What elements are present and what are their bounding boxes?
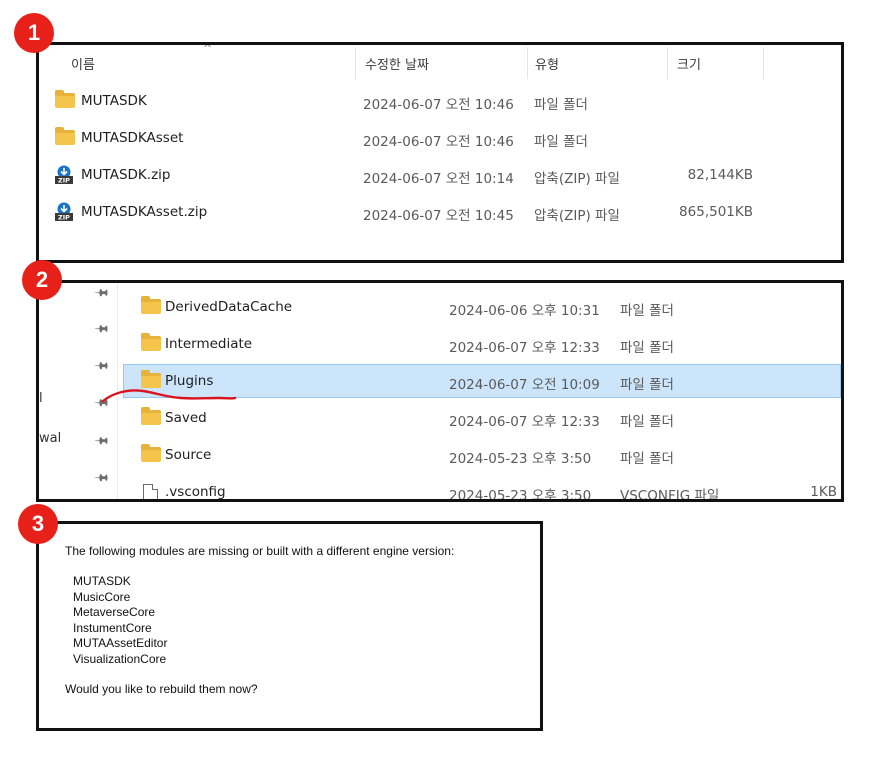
file-modified: 2024-06-07 오전 10:46 — [363, 97, 514, 113]
file-icon — [143, 484, 158, 499]
zip-archive-icon: ZIP — [55, 202, 73, 222]
file-type: 압축(ZIP) 파일 — [534, 208, 620, 224]
file-name: MUTASDK.zip — [81, 167, 171, 183]
file-modified: 2024-05-23 오후 3:50 — [449, 451, 592, 467]
pin-icon[interactable]: 🖈 — [89, 355, 113, 379]
file-size: 865,501KB — [679, 204, 753, 220]
nav-pane-text-fragment: wal — [39, 431, 62, 446]
file-modified: 2024-05-23 오후 3:50 — [449, 488, 592, 502]
svg-text:ZIP: ZIP — [58, 177, 70, 185]
step-badge-2: 2 — [22, 260, 62, 300]
file-type: 압축(ZIP) 파일 — [534, 171, 620, 187]
file-type: 파일 폴더 — [534, 134, 588, 150]
folder-icon — [55, 127, 75, 145]
file-type: 파일 폴더 — [620, 414, 674, 430]
explorer-panel-project: l wal 🖈 🖈 🖈 🖈 🖈 🖈 DerivedDataCache 2024-… — [36, 280, 844, 502]
folder-icon — [141, 333, 161, 351]
step-badge-3: 3 — [18, 504, 58, 544]
file-name: MUTASDK — [81, 93, 147, 109]
svg-text:ZIP: ZIP — [58, 214, 70, 222]
file-row[interactable]: MUTASDK 2024-06-07 오전 10:46 파일 폴더 — [39, 85, 841, 117]
file-size: 82,144KB — [687, 167, 753, 183]
pin-icon[interactable]: 🖈 — [89, 430, 113, 454]
folder-icon — [141, 296, 161, 314]
column-header-type[interactable]: 유형 — [535, 54, 559, 73]
file-row[interactable]: DerivedDataCache 2024-06-06 오후 10:31 파일 … — [123, 290, 841, 324]
file-row[interactable]: MUTASDKAsset 2024-06-07 오전 10:46 파일 폴더 — [39, 122, 841, 154]
file-type: 파일 폴더 — [534, 97, 588, 113]
sort-ascending-icon: ^ — [203, 42, 213, 55]
file-type: 파일 폴더 — [620, 303, 674, 319]
file-modified: 2024-06-07 오전 10:46 — [363, 134, 514, 150]
nav-pane-text-fragment: l — [39, 391, 43, 406]
zip-archive-icon: ZIP — [55, 165, 73, 185]
pin-icon[interactable]: 🖈 — [89, 467, 113, 491]
module-item: MetaverseCore — [73, 605, 156, 619]
file-type: 파일 폴더 — [620, 451, 674, 467]
file-row[interactable]: ZIP MUTASDK.zip 2024-06-07 오전 10:14 압축(Z… — [39, 159, 841, 191]
module-item: MUTAAssetEditor — [73, 636, 168, 650]
file-modified: 2024-06-07 오전 10:45 — [363, 208, 514, 224]
file-type: 파일 폴더 — [620, 340, 674, 356]
file-row[interactable]: .vsconfig 2024-05-23 오후 3:50 VSCONFIG 파일… — [123, 475, 841, 502]
folder-icon — [55, 90, 75, 108]
file-row[interactable]: Source 2024-05-23 오후 3:50 파일 폴더 — [123, 438, 841, 472]
file-modified: 2024-06-06 오후 10:31 — [449, 303, 600, 319]
step-badge-1: 1 — [14, 13, 54, 53]
file-type: 파일 폴더 — [620, 377, 674, 393]
column-header-size[interactable]: 크기 — [677, 54, 701, 73]
dialog-question: Would you like to rebuild them now? — [65, 682, 258, 696]
column-header-modified[interactable]: 수정한 날짜 — [365, 54, 429, 73]
missing-modules-list: MUTASDK MusicCore MetaverseCore Instumen… — [73, 574, 167, 667]
pin-icon[interactable]: 🖈 — [89, 318, 113, 342]
file-type: VSCONFIG 파일 — [620, 488, 720, 502]
file-modified: 2024-06-07 오후 12:33 — [449, 414, 600, 430]
folder-icon — [141, 444, 161, 462]
file-name: MUTASDKAsset.zip — [81, 204, 208, 220]
file-name: Intermediate — [165, 336, 253, 352]
rebuild-modules-dialog: The following modules are missing or bui… — [36, 521, 543, 731]
file-row[interactable]: Intermediate 2024-06-07 오후 12:33 파일 폴더 — [123, 327, 841, 361]
pin-icon[interactable]: 🖈 — [89, 283, 113, 306]
module-item: InstumentCore — [73, 620, 152, 635]
column-header-name[interactable]: 이름 — [71, 54, 95, 73]
dialog-message: The following modules are missing or bui… — [65, 544, 455, 558]
file-name: DerivedDataCache — [165, 299, 293, 315]
file-row[interactable]: ZIP MUTASDKAsset.zip 2024-06-07 오전 10:45… — [39, 196, 841, 228]
file-modified: 2024-06-07 오후 12:33 — [449, 340, 600, 356]
explorer-panel-downloads: ^ 이름 수정한 날짜 유형 크기 MUTASDK 2024-06-07 오전 … — [36, 42, 844, 263]
file-size: 1KB — [810, 484, 837, 500]
red-underline-annotation — [101, 389, 237, 403]
file-name: MUTASDKAsset — [81, 130, 184, 146]
file-modified: 2024-06-07 오전 10:09 — [449, 377, 600, 393]
file-name: .vsconfig — [165, 484, 226, 500]
file-modified: 2024-06-07 오전 10:14 — [363, 171, 514, 187]
module-item: MusicCore — [73, 589, 131, 604]
module-item: MUTASDK — [73, 574, 131, 588]
file-name: Source — [165, 447, 212, 463]
column-header-row: ^ 이름 수정한 날짜 유형 크기 — [39, 45, 841, 81]
module-item: VisualizationCore — [73, 651, 167, 666]
